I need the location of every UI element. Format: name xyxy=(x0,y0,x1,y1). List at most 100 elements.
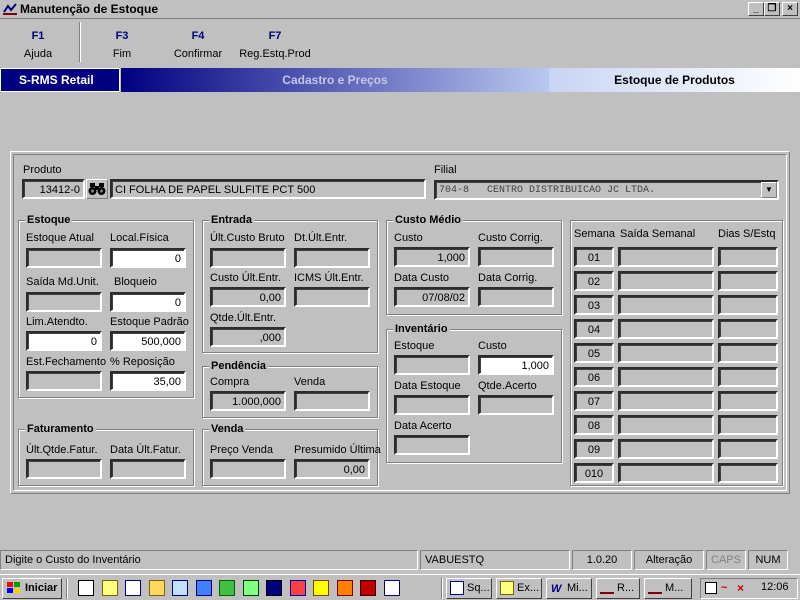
inv-estoque-label: Estoque xyxy=(394,340,435,352)
network-neighborhood-icon[interactable] xyxy=(172,580,188,596)
saida-semanal-cell[interactable] xyxy=(618,367,714,387)
status-num: NUM xyxy=(748,550,788,570)
saida-semanal-cell[interactable] xyxy=(618,343,714,363)
task-m[interactable]: M... xyxy=(644,578,692,599)
toolbar-regestqprod-button[interactable]: F7 Reg.Estq.Prod xyxy=(237,30,313,60)
notepad-icon[interactable] xyxy=(78,580,94,596)
data-estoque-label: Data Estoque xyxy=(394,380,461,392)
icms-ult-entr-field[interactable] xyxy=(294,287,370,307)
saida-semanal-cell[interactable] xyxy=(618,439,714,459)
filial-select[interactable]: 704-8 CENTRO DISTRIBUICAO JC LTDA. xyxy=(434,180,779,200)
filial-label: Filial xyxy=(434,164,457,176)
task-ex[interactable]: Ex... xyxy=(496,578,542,599)
saida-semanal-cell[interactable] xyxy=(618,271,714,291)
data-acerto-field[interactable] xyxy=(394,435,470,455)
start-button[interactable]: Iniciar xyxy=(2,578,62,599)
custo-ult-entr-label: Custo Últ.Entr. xyxy=(210,272,281,284)
dias-sem-estoque-cell[interactable] xyxy=(718,463,778,483)
chrome-ball-icon[interactable] xyxy=(289,580,306,596)
toolbar-confirmar-button[interactable]: F4 Confirmar xyxy=(163,30,233,60)
grid-app-icon[interactable] xyxy=(242,580,259,596)
saida-semanal-cell[interactable] xyxy=(618,391,714,411)
ult-custo-bruto-field[interactable] xyxy=(210,248,286,268)
produto-description-field[interactable]: CI FOLHA DE PAPEL SULFITE PCT 500 xyxy=(110,179,426,199)
data-corrig-field[interactable] xyxy=(478,287,554,307)
saida-md-unit-field[interactable] xyxy=(26,292,102,312)
minimize-button[interactable]: _ xyxy=(748,2,764,16)
dias-sem-estoque-cell[interactable] xyxy=(718,295,778,315)
dias-sem-estoque-cell[interactable] xyxy=(718,367,778,387)
custo-ult-entr-field[interactable]: 0,00 xyxy=(210,287,286,307)
task-label: Ex... xyxy=(517,582,540,594)
pend-venda-field[interactable] xyxy=(294,391,370,411)
windows-explorer-icon[interactable] xyxy=(266,580,282,596)
clock[interactable]: 12:06 xyxy=(761,581,789,593)
saida-semanal-cell[interactable] xyxy=(618,415,714,435)
qtde-ult-entr-field[interactable]: ,000 xyxy=(210,327,286,347)
media-icon[interactable] xyxy=(360,580,376,596)
task-r[interactable]: R... xyxy=(596,578,640,599)
search-product-button[interactable] xyxy=(86,179,108,199)
ult-qtde-fatur-field[interactable] xyxy=(26,459,102,479)
data-estoque-field[interactable] xyxy=(394,395,470,415)
inv-custo-field[interactable]: 1,000 xyxy=(478,355,554,375)
dias-sem-estoque-cell[interactable] xyxy=(718,439,778,459)
network-icon[interactable]: ~ xyxy=(721,582,733,594)
tools-icon[interactable] xyxy=(313,580,329,596)
brand-label: S-RMS Retail xyxy=(0,68,120,92)
close-button[interactable]: × xyxy=(782,2,798,16)
toolbar-fim-button[interactable]: F3 Fim xyxy=(87,30,157,60)
paint-icon[interactable] xyxy=(336,580,353,596)
volume-muted-icon[interactable]: × xyxy=(737,582,749,594)
estoque-atual-field[interactable] xyxy=(26,248,102,268)
saida-semanal-cell[interactable] xyxy=(618,247,714,267)
cm-custo-label: Custo xyxy=(394,232,423,244)
task-label: M... xyxy=(665,582,684,594)
saida-semanal-cell[interactable] xyxy=(618,463,714,483)
dias-sem-estoque-cell[interactable] xyxy=(718,319,778,339)
data-ult-fatur-field[interactable] xyxy=(110,459,186,479)
word-icon: W xyxy=(551,583,562,595)
task-sq[interactable]: Sq... xyxy=(446,578,492,599)
lim-atendto-field[interactable]: 0 xyxy=(26,331,102,351)
word-quick-icon[interactable] xyxy=(125,580,141,596)
find-icon[interactable] xyxy=(101,580,118,596)
dias-sem-estoque-cell[interactable] xyxy=(718,391,778,411)
qtde-acerto-field[interactable] xyxy=(478,395,554,415)
bloqueio-field[interactable]: 0 xyxy=(110,292,186,312)
dias-sem-estoque-cell[interactable] xyxy=(718,343,778,363)
dias-sem-estoque-cell[interactable] xyxy=(718,271,778,291)
pct-reposicao-field[interactable]: 35,00 xyxy=(110,371,186,391)
cm-custo-field[interactable]: 1,000 xyxy=(394,247,470,267)
inv-estoque-field[interactable] xyxy=(394,355,470,375)
fkey-caption: Confirmar xyxy=(173,48,223,60)
produto-code-field[interactable]: 13412-0 xyxy=(22,179,85,199)
saida-semanal-cell[interactable] xyxy=(618,319,714,339)
custo-corrig-label: Custo Corrig. xyxy=(478,232,543,244)
dt-ult-entr-field[interactable] xyxy=(294,248,370,268)
presumido-ultima-field[interactable]: 0,00 xyxy=(294,459,370,479)
filial-dropdown-button[interactable]: ▼ xyxy=(761,182,777,198)
restore-button[interactable]: ❐ xyxy=(764,2,780,16)
task-mi[interactable]: W Mi... xyxy=(546,578,592,599)
dias-sem-estoque-cell[interactable] xyxy=(718,415,778,435)
database-icon xyxy=(450,581,464,595)
preco-venda-field[interactable] xyxy=(210,459,286,479)
estoque-padrao-field[interactable]: 500,000 xyxy=(110,331,186,351)
custo-corrig-field[interactable] xyxy=(478,247,554,267)
download-icon[interactable] xyxy=(219,580,235,596)
est-fechamento-field[interactable] xyxy=(26,371,102,391)
taskbar: Iniciar Sq... Ex... W Mi... R... M... ~ ×… xyxy=(0,574,800,600)
rms-icon[interactable] xyxy=(383,580,400,596)
custo-medio-title: Custo Médio xyxy=(393,214,463,226)
dias-sem-estoque-cell[interactable] xyxy=(718,247,778,267)
toolbar-ajuda-button[interactable]: F1 Ajuda xyxy=(3,30,73,60)
data-custo-field[interactable]: 07/08/02 xyxy=(394,287,470,307)
system-tray: ~ × 12:06 xyxy=(700,578,798,599)
printer-icon[interactable] xyxy=(705,582,717,594)
compra-field[interactable]: 1.000,000 xyxy=(210,391,286,411)
local-fisica-field[interactable]: 0 xyxy=(110,248,186,268)
internet-explorer-icon[interactable] xyxy=(195,580,212,596)
folder-icon[interactable] xyxy=(148,580,165,596)
saida-semanal-cell[interactable] xyxy=(618,295,714,315)
